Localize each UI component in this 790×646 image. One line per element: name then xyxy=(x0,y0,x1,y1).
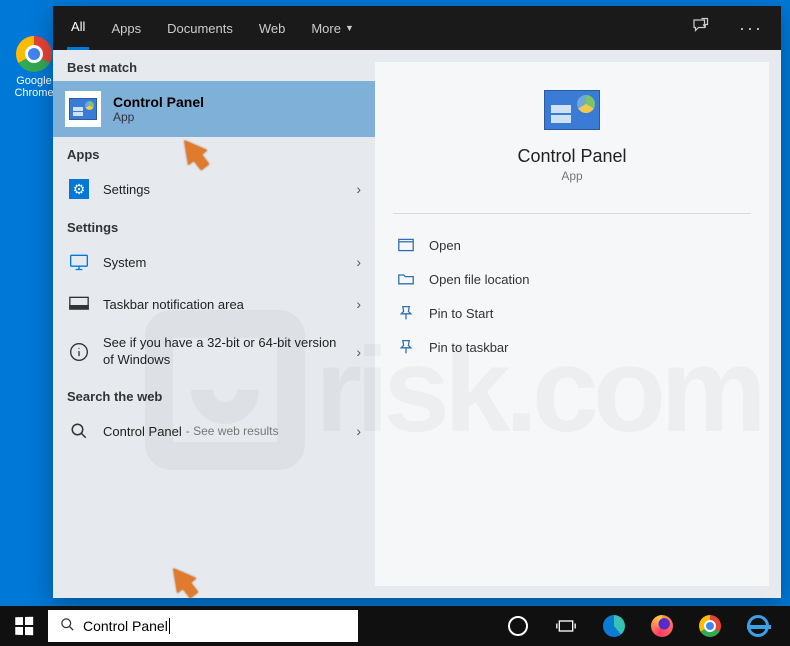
result-best-match[interactable]: Control Panel App xyxy=(53,81,375,137)
chevron-right-icon: › xyxy=(356,254,361,270)
taskbar-app-firefox[interactable] xyxy=(640,606,684,646)
section-best-match: Best match xyxy=(53,50,375,81)
section-apps: Apps xyxy=(53,137,375,168)
chrome-icon xyxy=(699,615,721,637)
desktop-shortcut-chrome[interactable]: Google Chrome xyxy=(10,36,58,99)
folder-icon xyxy=(397,272,415,286)
open-icon xyxy=(397,238,415,252)
result-suffix: - See web results xyxy=(186,424,279,438)
search-input-value: Control Panel xyxy=(83,618,170,634)
section-search-web: Search the web xyxy=(53,379,375,410)
result-web-search[interactable]: Control Panel - See web results › xyxy=(53,410,375,452)
result-label: Taskbar notification area xyxy=(103,297,244,312)
divider xyxy=(393,213,751,214)
search-flyout: All Apps Documents Web More▼ ··· risk.co… xyxy=(53,6,781,598)
task-view-button[interactable] xyxy=(544,606,588,646)
result-label: See if you have a 32-bit or 64-bit versi… xyxy=(103,335,343,369)
action-pin-to-taskbar[interactable]: Pin to taskbar xyxy=(375,330,769,364)
control-panel-icon xyxy=(544,90,600,130)
result-setting-system[interactable]: System › xyxy=(53,241,375,283)
edge-icon xyxy=(603,615,625,637)
search-scope-tabs: All Apps Documents Web More▼ ··· xyxy=(53,6,781,50)
section-settings: Settings xyxy=(53,210,375,241)
result-setting-taskbar-notification[interactable]: Taskbar notification area › xyxy=(53,283,375,325)
tab-web[interactable]: Web xyxy=(255,6,290,50)
result-label: System xyxy=(103,255,146,270)
tab-apps[interactable]: Apps xyxy=(107,6,145,50)
result-subtitle: App xyxy=(113,110,204,124)
ie-icon xyxy=(747,615,769,637)
action-label: Open file location xyxy=(429,272,529,287)
cortana-icon xyxy=(508,616,528,636)
chevron-right-icon: › xyxy=(356,344,361,360)
result-label: Settings xyxy=(103,182,150,197)
tab-documents[interactable]: Documents xyxy=(163,6,237,50)
action-open-file-location[interactable]: Open file location xyxy=(375,262,769,296)
action-label: Pin to taskbar xyxy=(429,340,509,355)
cortana-button[interactable] xyxy=(496,606,540,646)
tab-more[interactable]: More▼ xyxy=(307,6,358,50)
taskbar-search-box[interactable]: Control Panel xyxy=(48,610,358,642)
chevron-right-icon: › xyxy=(356,181,361,197)
chevron-right-icon: › xyxy=(356,423,361,439)
preview-pane: Control Panel App Open Open file locatio… xyxy=(375,62,769,586)
taskbar-icon xyxy=(67,292,91,316)
chevron-right-icon: › xyxy=(356,296,361,312)
search-icon xyxy=(60,617,75,635)
taskbar: Control Panel xyxy=(0,606,790,646)
info-icon xyxy=(67,340,91,364)
pin-icon xyxy=(397,339,415,355)
ellipsis-icon[interactable]: ··· xyxy=(735,18,767,39)
desktop-shortcut-label: Google Chrome xyxy=(10,75,58,99)
task-view-icon xyxy=(556,618,576,634)
monitor-icon xyxy=(67,250,91,274)
firefox-icon xyxy=(651,615,673,637)
results-column: Best match Control Panel App Apps ⚙ Sett… xyxy=(53,50,375,598)
control-panel-icon xyxy=(65,91,101,127)
search-icon xyxy=(67,419,91,443)
result-app-settings[interactable]: ⚙ Settings › xyxy=(53,168,375,210)
pin-icon xyxy=(397,305,415,321)
result-label: Control Panel xyxy=(103,424,182,439)
gear-icon: ⚙ xyxy=(69,179,89,199)
taskbar-app-chrome[interactable] xyxy=(688,606,732,646)
action-open[interactable]: Open xyxy=(375,228,769,262)
action-label: Open xyxy=(429,238,461,253)
start-button[interactable] xyxy=(0,606,48,646)
result-title: Control Panel xyxy=(113,94,204,110)
chevron-down-icon: ▼ xyxy=(345,23,354,33)
feedback-icon[interactable] xyxy=(683,17,717,40)
taskbar-app-edge[interactable] xyxy=(592,606,636,646)
action-pin-to-start[interactable]: Pin to Start xyxy=(375,296,769,330)
chrome-icon xyxy=(16,36,52,72)
taskbar-app-ie[interactable] xyxy=(736,606,780,646)
tab-all[interactable]: All xyxy=(67,6,89,50)
preview-subtitle: App xyxy=(375,169,769,183)
action-label: Pin to Start xyxy=(429,306,493,321)
result-setting-32-64-bit[interactable]: See if you have a 32-bit or 64-bit versi… xyxy=(53,325,375,379)
preview-title: Control Panel xyxy=(375,146,769,167)
windows-logo-icon xyxy=(15,617,33,635)
